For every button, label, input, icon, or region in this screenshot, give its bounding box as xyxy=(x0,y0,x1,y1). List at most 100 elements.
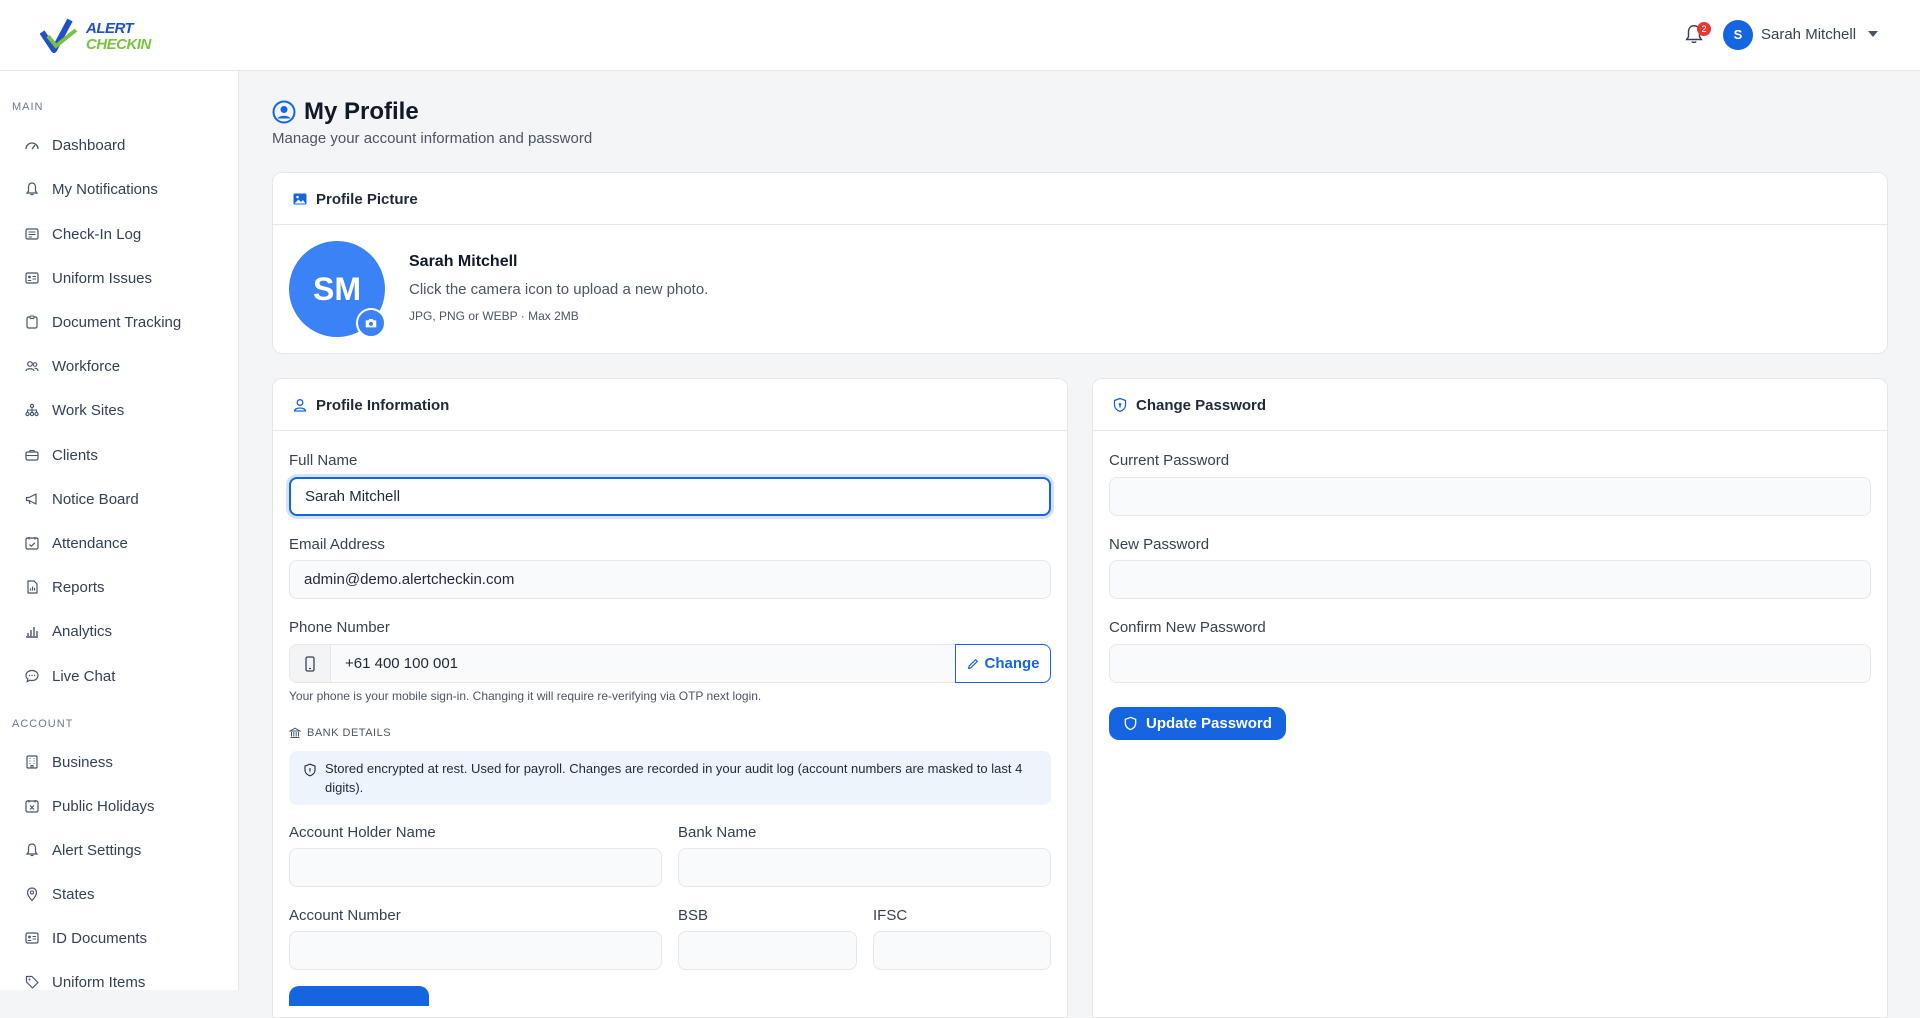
sidebar-item-clients[interactable]: Clients xyxy=(24,441,224,469)
sidebar-item-analytics[interactable]: Analytics xyxy=(24,617,224,645)
user-icon xyxy=(293,399,307,412)
sidebar-item-label: States xyxy=(52,885,95,903)
upload-photo-button[interactable] xyxy=(356,308,386,338)
sidebar-item-label: ID Documents xyxy=(52,929,148,947)
update-password-button[interactable]: Update Password xyxy=(1109,707,1286,740)
sidebar-item-check-in-log[interactable]: Check-In Log xyxy=(24,220,224,248)
bank-name-label: Bank Name xyxy=(678,824,757,841)
update-password-label: Update Password xyxy=(1146,715,1272,732)
full-name-input[interactable]: Sarah Mitchell xyxy=(289,477,1051,516)
current-password-input[interactable] xyxy=(1109,477,1871,516)
shield-lock-icon xyxy=(1113,397,1127,413)
sidebar-item-label: Check-In Log xyxy=(52,225,142,243)
bsb-input[interactable] xyxy=(678,931,857,970)
email-field[interactable]: admin@demo.alertcheckin.com xyxy=(289,560,1051,599)
ifsc-input[interactable] xyxy=(873,931,1051,970)
confirm-password-input[interactable] xyxy=(1109,644,1871,683)
calendar-x-icon xyxy=(25,800,39,813)
phone-input[interactable]: +61 400 100 001 xyxy=(331,644,955,683)
card-header: Profile Picture xyxy=(273,173,1887,225)
sidebar-item-label: Dashboard xyxy=(52,136,126,154)
bank-details-label: BANK DETAILS xyxy=(307,727,392,739)
sidebar-item-workforce[interactable]: Workforce xyxy=(24,352,224,380)
account-holder-input[interactable] xyxy=(289,848,662,887)
bar-chart-icon xyxy=(26,627,38,638)
sidebar-item-label: Attendance xyxy=(52,534,128,552)
card-header: Profile Information xyxy=(273,379,1067,431)
card-title: Profile Information xyxy=(316,397,450,414)
bank-name-input[interactable] xyxy=(678,848,1051,887)
phone-helper-text: Your phone is your mobile sign-in. Chang… xyxy=(289,689,762,703)
sidebar-item-label: Uniform Items xyxy=(52,973,146,991)
bell-icon xyxy=(25,182,39,196)
top-bar: ALERT CHECKIN 2 S Sarah Mitchell xyxy=(0,0,1920,71)
user-avatar[interactable]: S xyxy=(1723,20,1753,50)
bank-icon xyxy=(289,727,301,738)
bank-details-heading: BANK DETAILS xyxy=(289,727,391,739)
sidebar-item-alert-settings[interactable]: Alert Settings xyxy=(24,836,224,864)
shield-icon xyxy=(304,763,316,777)
sidebar-item-label: Business xyxy=(52,753,113,771)
clipboard-icon xyxy=(26,315,38,329)
ifsc-label: IFSC xyxy=(873,907,908,924)
user-circle-icon xyxy=(272,100,296,124)
sidebar-item-label: Document Tracking xyxy=(52,313,182,331)
upload-format-note: JPG, PNG or WEBP · Max 2MB xyxy=(409,309,579,323)
sidebar-item-attendance[interactable]: Attendance xyxy=(24,529,224,557)
account-number-label: Account Number xyxy=(289,907,401,924)
sidebar: MAIN Dashboard My Notifications Check-In… xyxy=(0,71,239,990)
sidebar-item-label: Uniform Issues xyxy=(52,269,153,287)
user-menu-name[interactable]: Sarah Mitchell xyxy=(1761,26,1856,43)
alert-checkin-logo[interactable]: ALERT CHECKIN xyxy=(39,16,160,56)
logo-text-alert: ALERT xyxy=(86,20,134,37)
card-title: Profile Picture xyxy=(316,191,418,208)
page-subtitle: Manage your account information and pass… xyxy=(272,130,593,147)
current-password-label: Current Password xyxy=(1109,452,1230,469)
bank-info-text: Stored encrypted at rest. Used for payro… xyxy=(325,761,1023,795)
sidebar-item-label: Live Chat xyxy=(52,667,116,685)
sidebar-item-business[interactable]: Business xyxy=(24,748,224,776)
profile-name: Sarah Mitchell xyxy=(409,253,518,270)
save-profile-button[interactable] xyxy=(289,986,429,1006)
pencil-icon xyxy=(968,658,979,669)
account-number-input[interactable] xyxy=(289,931,662,970)
sidebar-item-dashboard[interactable]: Dashboard xyxy=(24,131,224,159)
new-password-input[interactable] xyxy=(1109,560,1871,599)
sidebar-item-label: My Notifications xyxy=(52,180,158,198)
sidebar-item-uniform-items[interactable]: Uniform Items xyxy=(24,968,224,990)
sidebar-item-reports[interactable]: Reports xyxy=(24,573,224,601)
id-card-icon xyxy=(25,272,39,284)
profile-picture-card: Profile Picture SM Sarah Mitchell Click … xyxy=(272,172,1888,354)
new-password-label: New Password xyxy=(1109,536,1210,553)
sidebar-item-work-sites[interactable]: Work Sites xyxy=(24,396,224,424)
sidebar-item-label: Workforce xyxy=(52,357,121,375)
change-phone-button[interactable]: Change xyxy=(955,644,1051,683)
sidebar-item-uniform-issues[interactable]: Uniform Issues xyxy=(24,264,224,292)
building-icon xyxy=(26,755,38,769)
id-card-icon xyxy=(25,932,39,944)
sidebar-item-label: Clients xyxy=(52,446,98,464)
map-pin-icon xyxy=(26,887,38,902)
sidebar-item-id-documents[interactable]: ID Documents xyxy=(24,924,224,952)
sidebar-item-live-chat[interactable]: Live Chat xyxy=(24,662,224,690)
caret-down-icon[interactable] xyxy=(1868,31,1878,37)
sidebar-item-label: Reports xyxy=(52,578,105,596)
page-title: My Profile xyxy=(304,98,419,125)
report-icon xyxy=(27,580,38,594)
sidebar-item-notice-board[interactable]: Notice Board xyxy=(24,485,224,513)
sitemap-icon xyxy=(25,403,39,417)
shield-check-icon xyxy=(1124,716,1137,731)
checkmark-logo-icon xyxy=(39,18,78,53)
bsb-label: BSB xyxy=(678,907,709,924)
sidebar-item-document-tracking[interactable]: Document Tracking xyxy=(24,308,224,336)
sidebar-item-label: Alert Settings xyxy=(52,841,142,859)
change-password-card: Change Password Current Password New Pas… xyxy=(1092,378,1888,1018)
calendar-check-icon xyxy=(25,537,39,550)
mobile-phone-icon xyxy=(305,655,315,672)
sidebar-item-public-holidays[interactable]: Public Holidays xyxy=(24,792,224,820)
notification-count-badge: 2 xyxy=(1697,22,1711,36)
people-icon xyxy=(25,361,39,372)
sidebar-item-states[interactable]: States xyxy=(24,880,224,908)
briefcase-icon xyxy=(25,449,39,461)
sidebar-item-my-notifications[interactable]: My Notifications xyxy=(24,175,224,203)
